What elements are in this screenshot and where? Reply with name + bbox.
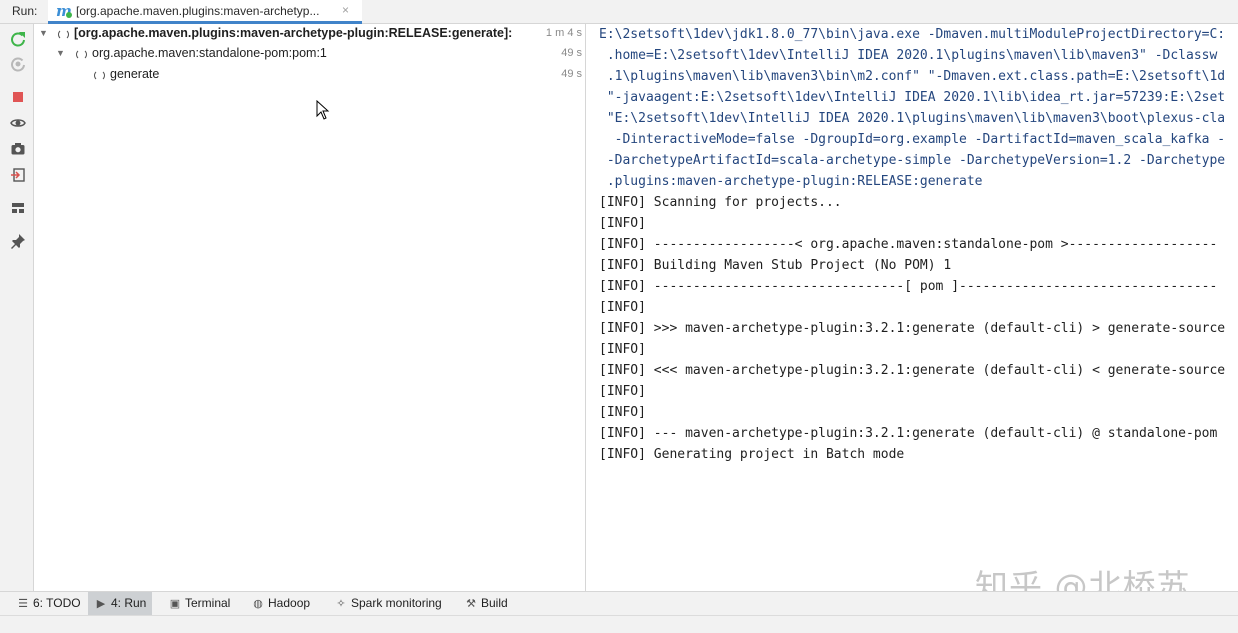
list-icon: ☰	[18, 598, 28, 610]
console-line: .plugins:maven-archetype-plugin:RELEASE:…	[599, 174, 983, 189]
tree-row[interactable]: generate 49 s	[34, 65, 586, 85]
console-line: .home=E:\2setsoft\1dev\IntelliJ IDEA 202…	[599, 48, 1218, 63]
rerun-icon[interactable]	[10, 31, 26, 47]
spark-label: Spark monitoring	[351, 596, 442, 610]
console-line: [INFO]	[599, 405, 646, 420]
todo-tool-button[interactable]: ☰ 6: TODO	[10, 592, 87, 615]
run-tool-button[interactable]: ▶ 4: Run	[88, 592, 153, 615]
console-line: [INFO]	[599, 216, 646, 231]
watermark: 知乎 @北桥苏	[975, 567, 1191, 591]
tree-row[interactable]: ▼ org.apache.maven:standalone-pom:pom:1 …	[34, 44, 586, 64]
chevron-down-icon[interactable]: ▼	[39, 28, 48, 38]
tree-row-time: 1 m 4 s	[545, 27, 582, 39]
tree-row-time: 49 s	[561, 47, 582, 59]
close-tab-icon[interactable]: ×	[342, 3, 349, 17]
run-tree-panel: ▼ [org.apache.maven.plugins:maven-archet…	[34, 24, 586, 591]
running-spinner-icon	[94, 70, 105, 81]
running-spinner-icon	[58, 29, 69, 40]
camera-icon[interactable]	[10, 141, 26, 157]
running-indicator-icon	[66, 12, 72, 18]
running-spinner-icon	[76, 49, 87, 60]
terminal-icon: ▣	[169, 598, 181, 610]
console-line: [INFO] --- maven-archetype-plugin:3.2.1:…	[599, 426, 1218, 441]
run-tab-title: [org.apache.maven.plugins:maven-archetyp…	[76, 4, 320, 18]
console-line: [INFO] Scanning for projects...	[599, 195, 842, 210]
rerun-failed-icon[interactable]	[10, 56, 26, 72]
console-line: [INFO] --------------------------------[…	[599, 279, 1218, 294]
stop-icon[interactable]	[10, 89, 26, 105]
run-label: 4: Run	[111, 596, 147, 610]
console-line: -DarchetypeArtifactId=scala-archetype-si…	[599, 153, 1226, 168]
build-tool-button[interactable]: ⚒ Build	[458, 592, 514, 615]
pin-icon[interactable]	[10, 233, 26, 249]
console-line: [INFO] Generating project in Batch mode	[599, 447, 905, 462]
tool-window-bar: ☰ 6: TODO ▶ 4: Run ▣ Terminal ◍ Hadoop ✧ Spar…	[0, 591, 1238, 615]
tree-row-label: generate	[110, 67, 160, 81]
terminal-tool-button[interactable]: ▣ Terminal	[162, 592, 236, 615]
console-line: [INFO] >>> maven-archetype-plugin:3.2.1:…	[599, 321, 1226, 336]
run-toolbar	[0, 24, 34, 591]
console-line: "E:\2setsoft\1dev\IntelliJ IDEA 2020.1\p…	[599, 111, 1226, 126]
spark-icon: ✧	[336, 598, 346, 610]
run-config-tab[interactable]: m [org.apache.maven.plugins:maven-archet…	[48, 0, 362, 24]
play-icon: ▶	[96, 598, 106, 610]
tree-row[interactable]: ▼ [org.apache.maven.plugins:maven-archet…	[34, 24, 586, 44]
tree-row-label: org.apache.maven:standalone-pom:pom:1	[92, 46, 327, 60]
console-line: [INFO] Building Maven Stub Project (No P…	[599, 258, 952, 273]
hadoop-tool-button[interactable]: ◍ Hadoop	[245, 592, 316, 615]
terminal-label: Terminal	[185, 596, 231, 610]
todo-label: 6: TODO	[33, 596, 81, 610]
run-label: Run:	[12, 4, 38, 18]
build-label: Build	[481, 596, 508, 610]
hammer-icon: ⚒	[466, 598, 476, 610]
console-line: -DinteractiveMode=false -DgroupId=org.ex…	[599, 132, 1226, 147]
spark-tool-button[interactable]: ✧ Spark monitoring	[328, 592, 448, 615]
console-line: E:\2setsoft\1dev\jdk1.8.0_77\bin\java.ex…	[599, 27, 1226, 42]
console-line: [INFO]	[599, 384, 646, 399]
console-line: [INFO]	[599, 342, 646, 357]
console-line: "-javaagent:E:\2setsoft\1dev\IntelliJ ID…	[599, 90, 1226, 105]
show-icon[interactable]	[10, 115, 26, 131]
console-line: .1\plugins\maven\lib\maven3\bin\m2.conf"…	[599, 69, 1226, 84]
tree-row-time: 49 s	[561, 68, 582, 80]
layout-icon[interactable]	[10, 200, 26, 216]
tree-row-label: [org.apache.maven.plugins:maven-archetyp…	[74, 26, 513, 40]
mouse-cursor-icon	[316, 100, 330, 120]
run-tab-bar: Run: m [org.apache.maven.plugins:maven-a…	[0, 0, 1238, 24]
console-line: [INFO]	[599, 300, 646, 315]
elephant-icon: ◍	[253, 598, 263, 610]
export-icon[interactable]	[10, 167, 26, 183]
console-line: [INFO] ------------------< org.apache.ma…	[599, 237, 1218, 252]
console-line: [INFO] <<< maven-archetype-plugin:3.2.1:…	[599, 363, 1226, 378]
chevron-down-icon[interactable]: ▼	[56, 48, 65, 58]
hadoop-label: Hadoop	[268, 596, 311, 610]
console-output[interactable]: E:\2setsoft\1dev\jdk1.8.0_77\bin\java.ex…	[587, 24, 1238, 591]
status-bar	[0, 615, 1238, 633]
